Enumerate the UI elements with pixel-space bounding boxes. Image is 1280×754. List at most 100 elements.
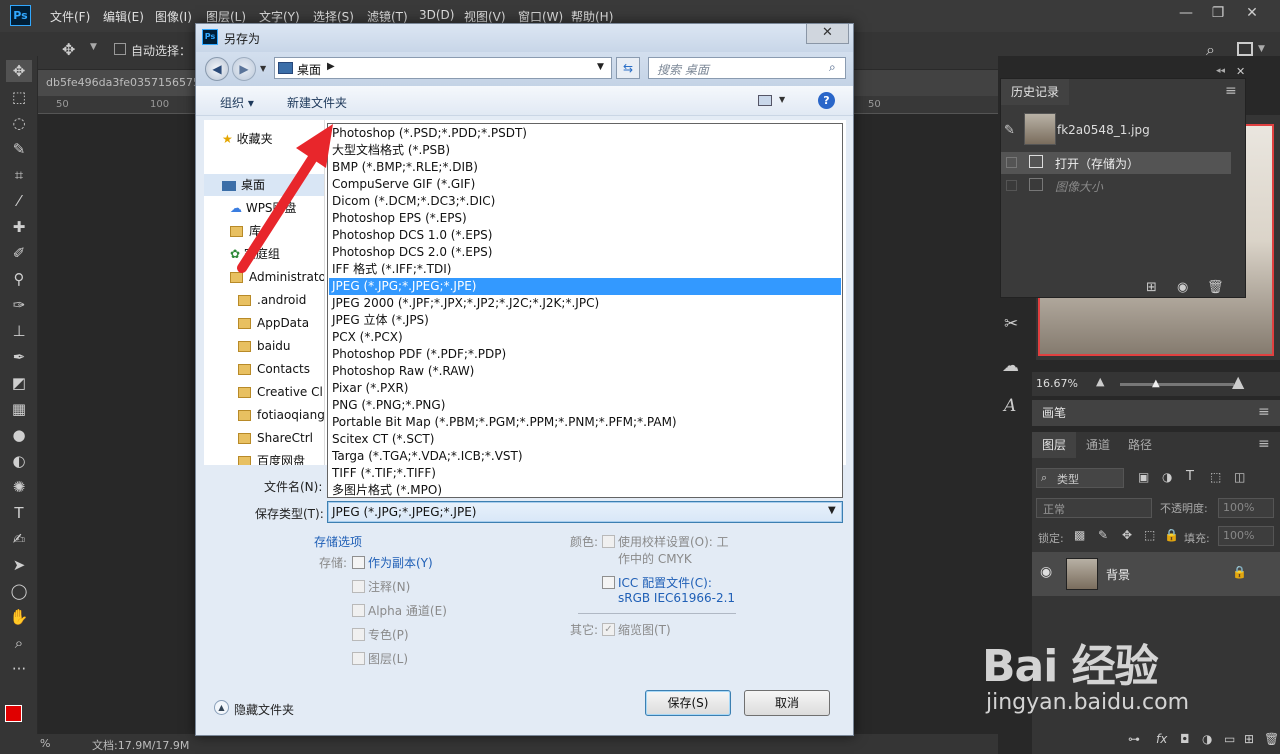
history-step[interactable]: 打开（存储为） bbox=[1001, 152, 1231, 174]
close-panel-icon[interactable]: ✕ bbox=[1236, 65, 1245, 78]
chevron-down-icon[interactable]: ▼ bbox=[260, 64, 266, 73]
spot-checkbox[interactable] bbox=[352, 628, 365, 641]
format-option[interactable]: Photoshop PDF (*.PDF;*.PDP) bbox=[329, 346, 841, 363]
alpha-checkbox[interactable] bbox=[352, 604, 365, 617]
format-option[interactable]: TIFF (*.TIF;*.TIFF) bbox=[329, 465, 841, 482]
link-layers-icon[interactable]: ⊶ bbox=[1128, 732, 1140, 746]
healing-brush-icon[interactable]: ✚ bbox=[6, 216, 32, 238]
auto-select-checkbox[interactable] bbox=[114, 43, 126, 55]
chevron-down-icon[interactable]: ▼ bbox=[779, 95, 785, 104]
format-option[interactable]: Photoshop DCS 2.0 (*.EPS) bbox=[329, 244, 841, 261]
eraser-tool-icon[interactable]: ◩ bbox=[6, 372, 32, 394]
nav-item-folder[interactable]: 百度网盘 bbox=[238, 450, 305, 465]
organize-button[interactable]: 组织 ▾ bbox=[220, 94, 254, 111]
help-icon[interactable]: ? bbox=[818, 92, 835, 109]
libraries-icon[interactable]: ☁ bbox=[1002, 356, 1019, 376]
tool-presets-icon[interactable]: ✂ bbox=[1004, 314, 1018, 334]
format-option[interactable]: Photoshop EPS (*.EPS) bbox=[329, 210, 841, 227]
blur-tool-icon[interactable]: ● bbox=[6, 424, 32, 446]
tab-paths[interactable]: 路径 bbox=[1118, 432, 1162, 458]
nav-item-folder[interactable]: baidu bbox=[238, 335, 291, 357]
fill-value[interactable]: 100% bbox=[1218, 526, 1274, 546]
new-folder-button[interactable]: 新建文件夹 bbox=[287, 94, 347, 111]
hide-folders-button[interactable]: 隐藏文件夹 bbox=[234, 701, 294, 718]
tab-layers[interactable]: 图层 bbox=[1032, 432, 1077, 458]
back-icon[interactable]: ◀ bbox=[205, 57, 229, 81]
format-option[interactable]: Photoshop DCS 1.0 (*.EPS) bbox=[329, 227, 841, 244]
lasso-tool-icon[interactable]: ◌ bbox=[6, 112, 32, 134]
new-document-icon[interactable]: ⊞ bbox=[1146, 280, 1157, 295]
format-option[interactable]: 大型文档格式 (*.PSB) bbox=[329, 142, 841, 159]
gradient-tool-icon[interactable]: ▦ bbox=[6, 398, 32, 420]
zoom-slider[interactable] bbox=[1120, 383, 1234, 386]
lock-transparency-icon[interactable]: ▩ bbox=[1074, 528, 1085, 542]
paint-icon[interactable]: ✒ bbox=[6, 346, 32, 368]
format-option[interactable]: Photoshop (*.PSD;*.PDD;*.PSDT) bbox=[329, 125, 841, 142]
smart-object-filter-icon[interactable]: ◫ bbox=[1234, 470, 1245, 484]
format-option[interactable]: Targa (*.TGA;*.VDA;*.ICB;*.VST) bbox=[329, 448, 841, 465]
format-option[interactable]: PCX (*.PCX) bbox=[329, 329, 841, 346]
lock-artboard-icon[interactable]: ⬚ bbox=[1144, 528, 1155, 542]
move-tool-icon[interactable]: ✥ bbox=[62, 40, 75, 59]
group-icon[interactable]: ▭ bbox=[1224, 732, 1235, 746]
nav-item-user[interactable]: Administrato bbox=[230, 266, 326, 288]
cancel-button[interactable]: 取消 bbox=[744, 690, 830, 716]
character-icon[interactable]: A bbox=[1004, 396, 1016, 416]
adjustment-filter-icon[interactable]: ◑ bbox=[1162, 470, 1172, 484]
zoom-in-icon[interactable]: ▲ bbox=[1232, 372, 1244, 391]
adjustment-layer-icon[interactable]: ◑ bbox=[1202, 732, 1212, 746]
proof-setup-checkbox[interactable] bbox=[602, 535, 615, 548]
workspace-icon[interactable] bbox=[1237, 42, 1253, 56]
stamp-icon[interactable]: ⊥ bbox=[6, 320, 32, 342]
pen-tool-icon[interactable]: ✍ bbox=[6, 528, 32, 550]
crop-tool-icon[interactable]: ⌗ bbox=[6, 164, 32, 186]
close-icon[interactable]: ✕ bbox=[806, 24, 849, 44]
tab-channels[interactable]: 通道 bbox=[1076, 432, 1120, 458]
sponge-tool-icon[interactable]: ✺ bbox=[6, 476, 32, 498]
tab-history[interactable]: 历史记录 bbox=[1001, 79, 1070, 105]
chevron-down-icon[interactable]: ▼ bbox=[828, 505, 836, 516]
menu-image[interactable]: 图像(I) bbox=[155, 8, 192, 25]
trash-icon[interactable]: 🗑 bbox=[1264, 732, 1279, 746]
hide-folders-icon[interactable]: ▲ bbox=[214, 700, 229, 715]
blend-mode-select[interactable]: 正常 bbox=[1036, 498, 1152, 518]
icc-profile-checkbox[interactable] bbox=[602, 576, 615, 589]
minimize-icon[interactable]: — bbox=[1172, 2, 1200, 24]
more-tools-icon[interactable]: ··· bbox=[6, 658, 32, 680]
layers-checkbox[interactable] bbox=[352, 652, 365, 665]
save-type-select[interactable]: JPEG (*.JPG;*.JPEG;*.JPE) ▼ bbox=[327, 501, 843, 523]
document-tab[interactable]: db5fe496da3fe03571565752 bbox=[38, 70, 198, 96]
history-source-checkbox[interactable] bbox=[1006, 157, 1017, 168]
format-option[interactable]: JPEG 2000 (*.JPF;*.JPX;*.JP2;*.J2C;*.J2K… bbox=[329, 295, 841, 312]
address-bar[interactable]: 桌面 ▶ ▼ bbox=[274, 57, 612, 79]
history-brush-source-icon[interactable]: ✎ bbox=[1004, 123, 1015, 138]
image-filter-icon[interactable]: ▣ bbox=[1138, 470, 1149, 484]
quick-select-tool-icon[interactable]: ✎ bbox=[6, 138, 32, 160]
menu-file[interactable]: 文件(F) bbox=[50, 8, 90, 25]
format-option-selected[interactable]: JPEG (*.JPG;*.JPEG;*.JPE) bbox=[329, 278, 841, 295]
breadcrumb-arrow-icon[interactable]: ▶ bbox=[327, 61, 335, 72]
zoom-out-icon[interactable]: ▲ bbox=[1096, 375, 1104, 388]
fx-icon[interactable]: fx bbox=[1156, 732, 1167, 746]
dialog-titlebar[interactable]: Ps 另存为 ✕ bbox=[196, 24, 853, 52]
eyedropper-tool-icon[interactable]: ⁄ bbox=[6, 190, 32, 212]
nav-item-folder[interactable]: AppData bbox=[238, 312, 309, 334]
format-option[interactable]: CompuServe GIF (*.GIF) bbox=[329, 176, 841, 193]
panel-menu-icon[interactable]: ≡ bbox=[1258, 436, 1270, 452]
marquee-tool-icon[interactable]: ⬚ bbox=[6, 86, 32, 108]
format-option[interactable]: Portable Bit Map (*.PBM;*.PGM;*.PPM;*.PN… bbox=[329, 414, 841, 431]
type-tool-icon[interactable]: T bbox=[6, 502, 32, 524]
history-brush-icon[interactable]: ✑ bbox=[6, 294, 32, 316]
brush-tool-icon[interactable]: ✐ bbox=[6, 242, 32, 264]
chevron-down-icon[interactable]: ▼ bbox=[1258, 44, 1265, 54]
save-button[interactable]: 保存(S) bbox=[645, 690, 731, 716]
panel-menu-icon[interactable]: ≡ bbox=[1258, 404, 1270, 420]
layer-filter-select[interactable]: ⌕ 类型 bbox=[1036, 468, 1124, 488]
zoom-tool-icon[interactable]: ⌕ bbox=[6, 632, 32, 654]
view-options-icon[interactable] bbox=[758, 95, 772, 106]
opacity-value[interactable]: 100% bbox=[1218, 498, 1274, 518]
nav-item-folder[interactable]: .android bbox=[238, 289, 306, 311]
format-option[interactable]: Photoshop Raw (*.RAW) bbox=[329, 363, 841, 380]
nav-item-homegroup[interactable]: ✿ 家庭组 bbox=[230, 243, 280, 265]
shape-filter-icon[interactable]: ⬚ bbox=[1210, 470, 1221, 484]
